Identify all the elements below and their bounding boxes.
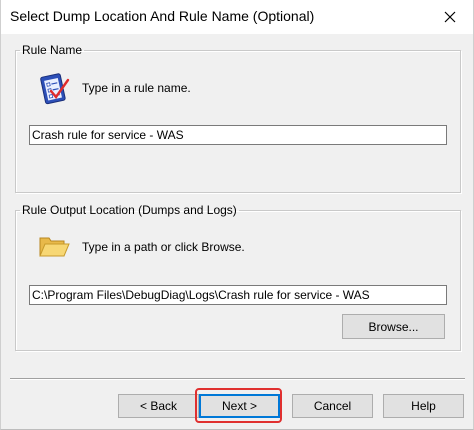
title-bar: Select Dump Location And Rule Name (Opti… <box>1 0 473 34</box>
footer-separator-highlight <box>10 379 465 380</box>
back-button[interactable]: < Back <box>118 394 199 418</box>
window-title: Select Dump Location And Rule Name (Opti… <box>10 8 315 24</box>
browse-button[interactable]: Browse... <box>342 314 445 339</box>
back-button-label: < Back <box>139 399 178 413</box>
close-button[interactable] <box>427 0 473 34</box>
rule-name-group: Rule Name <box>15 43 461 193</box>
wizard-dialog: Select Dump Location And Rule Name (Opti… <box>0 0 474 430</box>
rule-name-hint: Type in a rule name. <box>82 81 191 95</box>
help-button[interactable]: Help <box>383 394 464 418</box>
cancel-button[interactable]: Cancel <box>292 394 373 418</box>
next-button-highlight <box>195 388 282 423</box>
rule-name-input[interactable] <box>29 125 447 145</box>
output-location-hint: Type in a path or click Browse. <box>82 240 245 254</box>
folder-icon <box>38 232 70 260</box>
cancel-button-label: Cancel <box>313 399 352 413</box>
rule-name-group-label: Rule Name <box>22 43 83 57</box>
close-icon <box>444 11 456 23</box>
output-location-group-label: Rule Output Location (Dumps and Logs) <box>22 203 237 217</box>
checklist-icon <box>37 71 71 107</box>
output-path-input[interactable] <box>29 285 447 305</box>
help-button-label: Help <box>411 399 436 413</box>
browse-button-label: Browse... <box>368 319 419 334</box>
